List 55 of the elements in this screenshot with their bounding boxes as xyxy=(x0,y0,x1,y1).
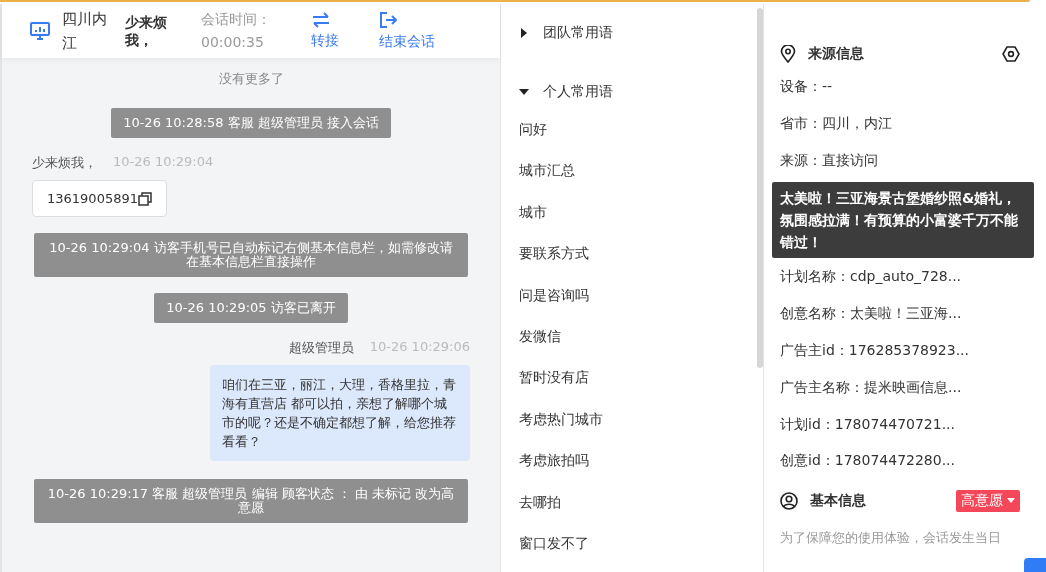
phrase-item[interactable]: 城市汇总 xyxy=(519,162,575,183)
user-icon xyxy=(780,492,798,511)
system-notice: 10-26 10:28:58 客服 超级管理员 接入会话 xyxy=(111,108,391,138)
visitor-name: 少来烦我， xyxy=(125,13,168,49)
visitor-location: 四川内江 xyxy=(62,9,107,54)
phrase-item[interactable]: 发微信 xyxy=(519,327,561,348)
info-row-text: 广告主id：176285378923... xyxy=(780,342,970,360)
info-row-text: 创意id：178074472280... xyxy=(780,452,956,471)
transfer-button[interactable]: 转接 xyxy=(311,12,339,50)
caret-down-icon xyxy=(519,87,529,97)
monitor-icon xyxy=(30,22,50,40)
info-row-text: 计划名称：cdp_auto_728... xyxy=(780,268,963,287)
duration-value: 00:00:35 xyxy=(201,33,265,52)
system-notice: 10-26 10:29:04 访客手机号已自动标记右侧基本信息栏，如需修改请在基本信息栏直接操作 xyxy=(34,233,468,277)
caret-right-icon xyxy=(519,28,529,38)
info-row-text: 来源：直接访问 xyxy=(780,151,879,170)
message-bubble: 咱们在三亚，丽江，大理，香格里拉，青海有直营店 都可以拍，亲想了解哪个城市的呢？还是不确定都想了解，给您推荐看看？ xyxy=(210,365,470,461)
info-row-text: 创意名称：太美啦！三亚海... xyxy=(780,305,963,324)
section-title: 来源信息 xyxy=(808,45,865,63)
phrase-item[interactable]: 问是咨询吗 xyxy=(519,286,589,307)
message-time: 10-26 10:29:06 xyxy=(369,339,470,356)
phrase-item[interactable]: 去哪拍 xyxy=(519,493,561,514)
settings-icon[interactable] xyxy=(1002,45,1020,63)
phrase-item[interactable]: 窗口发不了 xyxy=(519,534,589,555)
message-time: 10-26 10:29:04 xyxy=(113,154,214,171)
system-notice: 10-26 10:29:05 访客已离开 xyxy=(154,293,348,323)
phrase-item[interactable]: 考虑热门城市 xyxy=(519,410,603,431)
info-row-text: 广告主名称：提米映画信息... xyxy=(780,378,963,397)
no-more-hint: 没有更多了 xyxy=(217,70,285,88)
info-row-text: 计划id：178074470721... xyxy=(780,415,956,434)
caret-down-icon xyxy=(1007,498,1015,505)
exit-icon xyxy=(379,11,397,29)
message-text: 13619005891 xyxy=(47,191,138,206)
swap-arrows-icon xyxy=(311,12,331,28)
info-row-text: 设备：-- xyxy=(780,78,834,96)
section-title: 基本信息 xyxy=(810,492,867,511)
phrase-item[interactable]: 城市 xyxy=(519,203,547,224)
tooltip: 太美啦！三亚海景古堡婚纱照&婚礼，氛围感拉满！有预算的小富婆千万不能错过！ xyxy=(772,182,1034,259)
sender-name: 超级管理员 xyxy=(288,339,354,357)
info-note: 为了保障您的使用体验，会话发生当日 xyxy=(780,529,1002,548)
phrase-item[interactable]: 考虑旅拍吗 xyxy=(519,452,589,473)
phrase-group[interactable]: 个人常用语 xyxy=(519,81,613,103)
status-dropdown[interactable]: 高意愿 xyxy=(956,490,1020,513)
info-row-text: 省市：四川，内江 xyxy=(780,114,893,133)
phrase-item[interactable]: 问好 xyxy=(519,121,547,141)
sender-name: 少来烦我， xyxy=(32,154,97,172)
phrase-item[interactable]: 暂时没有店 xyxy=(519,369,589,390)
location-pin-icon xyxy=(780,45,796,63)
end-session-button[interactable]: 结束会话 xyxy=(379,11,435,51)
copy-icon[interactable] xyxy=(138,191,152,206)
phrase-item[interactable]: 要联系方式 xyxy=(519,245,589,266)
duration-label: 会话时间： xyxy=(201,10,272,29)
scrollbar[interactable] xyxy=(757,8,763,368)
phrase-group[interactable]: 团队常用语 xyxy=(519,22,613,44)
system-notice: 10-26 10:29:17 客服 超级管理员 编辑 顾客状态 ： 由 未标记 改为高意愿 xyxy=(34,479,468,523)
